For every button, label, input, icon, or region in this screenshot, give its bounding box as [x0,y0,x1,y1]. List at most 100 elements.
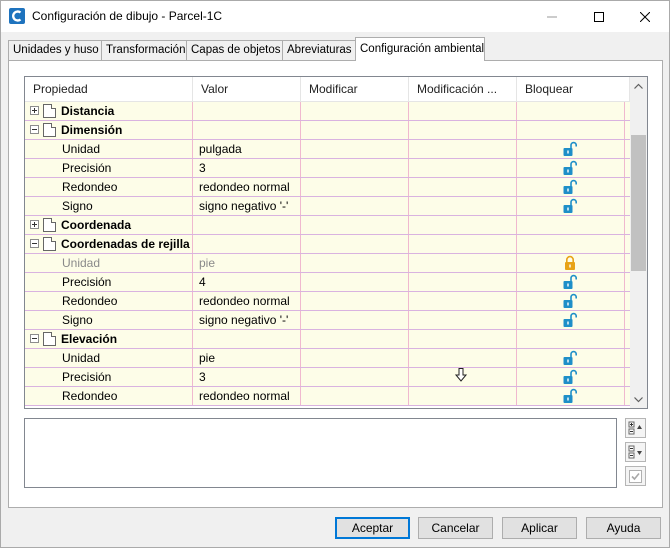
apply-button[interactable]: Aplicar [502,517,577,539]
cell-modificar[interactable] [301,292,409,310]
property-row[interactable]: Precisión 3 [25,159,630,178]
property-value[interactable]: 4 [199,275,206,289]
expand-toggle-icon[interactable] [30,106,39,115]
col-header-propiedad[interactable]: Propiedad [25,77,193,102]
cell-bloquear [517,273,625,291]
lock-open-icon[interactable] [562,369,578,385]
cell-modificar[interactable] [301,178,409,196]
cell-modificar[interactable] [301,368,409,386]
col-header-valor[interactable]: Valor [193,77,301,102]
property-value[interactable]: signo negativo '-' [199,199,288,213]
cell-modificacion[interactable] [409,311,517,329]
collapse-toggle-icon[interactable] [30,334,39,343]
cell-modificacion[interactable] [409,159,517,177]
vertical-scrollbar[interactable] [630,77,647,408]
expand-all-button[interactable] [625,418,646,438]
property-value[interactable]: signo negativo '-' [199,313,288,327]
property-value[interactable]: 3 [199,161,206,175]
cell-modificacion[interactable] [409,254,517,272]
tab-unidades-y-huso[interactable]: Unidades y huso [8,40,102,60]
property-row[interactable]: Redondeo redondeo normal [25,387,630,406]
scroll-up-arrow[interactable] [630,77,647,94]
cell-modificar[interactable] [301,387,409,405]
property-value[interactable]: redondeo normal [199,389,290,403]
cell-modificar[interactable] [301,254,409,272]
property-value[interactable]: pie [199,256,215,270]
cell-modificar[interactable] [301,235,409,253]
cell-modificar[interactable] [301,140,409,158]
cell-modificar[interactable] [301,330,409,348]
lock-open-icon[interactable] [562,388,578,404]
property-value[interactable]: redondeo normal [199,180,290,194]
group-row[interactable]: Coordenadas de rejilla [25,235,630,254]
lock-closed-icon[interactable] [562,255,578,271]
expand-toggle-icon[interactable] [30,220,39,229]
lock-open-icon[interactable] [562,274,578,290]
collapse-toggle-icon[interactable] [30,125,39,134]
property-value[interactable]: redondeo normal [199,294,290,308]
cell-modificar[interactable] [301,311,409,329]
cell-modificacion[interactable] [409,292,517,310]
cell-modificacion[interactable] [409,330,517,348]
cell-modificacion[interactable] [409,387,517,405]
property-row[interactable]: Signo signo negativo '-' [25,311,630,330]
cell-modificacion[interactable] [409,102,517,120]
scroll-down-arrow[interactable] [630,391,647,408]
property-row[interactable]: Redondeo redondeo normal [25,292,630,311]
tab-abreviaturas[interactable]: Abreviaturas [282,40,356,60]
help-button[interactable]: Ayuda [586,517,661,539]
lock-open-icon[interactable] [562,198,578,214]
lock-open-icon[interactable] [562,293,578,309]
property-row[interactable]: Precisión 3 [25,368,630,387]
property-value[interactable]: pulgada [199,142,242,156]
maximize-button[interactable] [576,1,622,32]
col-header-modificar[interactable]: Modificar [301,77,409,102]
cell-modificacion[interactable] [409,197,517,215]
cell-modificar[interactable] [301,159,409,177]
group-row[interactable]: Coordenada [25,216,630,235]
tab-transformacion[interactable]: Transformación [101,40,187,60]
check-button[interactable] [625,466,646,486]
cell-modificacion[interactable] [409,273,517,291]
lock-open-icon[interactable] [562,160,578,176]
title-bar[interactable]: Configuración de dibujo - Parcel-1C [1,1,669,32]
property-value[interactable]: pie [199,351,215,365]
cell-modificacion[interactable] [409,235,517,253]
property-row[interactable]: Unidad pulgada [25,140,630,159]
minimize-button[interactable] [529,1,575,32]
cell-modificacion[interactable] [409,216,517,234]
cell-modificar[interactable] [301,197,409,215]
cell-modificar[interactable] [301,102,409,120]
group-row[interactable]: Distancia [25,102,630,121]
property-value[interactable]: 3 [199,370,206,384]
tab-configuracion-ambiental[interactable]: Configuración ambiental [355,37,485,61]
cell-modificacion[interactable] [409,349,517,367]
collapse-all-button[interactable] [625,442,646,462]
property-row[interactable]: Unidad pie [25,254,630,273]
lock-open-icon[interactable] [562,179,578,195]
accept-button[interactable]: Aceptar [335,517,410,539]
scroll-thumb[interactable] [631,135,646,271]
lock-open-icon[interactable] [562,350,578,366]
close-button[interactable] [622,1,668,32]
lock-open-icon[interactable] [562,141,578,157]
property-row[interactable]: Precisión 4 [25,273,630,292]
property-row[interactable]: Redondeo redondeo normal [25,178,630,197]
cell-modificacion[interactable] [409,178,517,196]
cell-modificacion[interactable] [409,140,517,158]
cell-modificar[interactable] [301,273,409,291]
group-row[interactable]: Elevación [25,330,630,349]
col-header-bloquear[interactable]: Bloquear [517,77,630,102]
cell-modificacion[interactable] [409,121,517,139]
property-row[interactable]: Signo signo negativo '-' [25,197,630,216]
cell-modificar[interactable] [301,121,409,139]
tab-capas-de-objetos[interactable]: Capas de objetos [186,40,283,60]
lock-open-icon[interactable] [562,312,578,328]
cell-modificar[interactable] [301,349,409,367]
property-row[interactable]: Unidad pie [25,349,630,368]
group-row[interactable]: Dimensión [25,121,630,140]
col-header-modificacion[interactable]: Modificación ... [409,77,517,102]
cancel-button[interactable]: Cancelar [418,517,493,539]
cell-modificar[interactable] [301,216,409,234]
collapse-toggle-icon[interactable] [30,239,39,248]
